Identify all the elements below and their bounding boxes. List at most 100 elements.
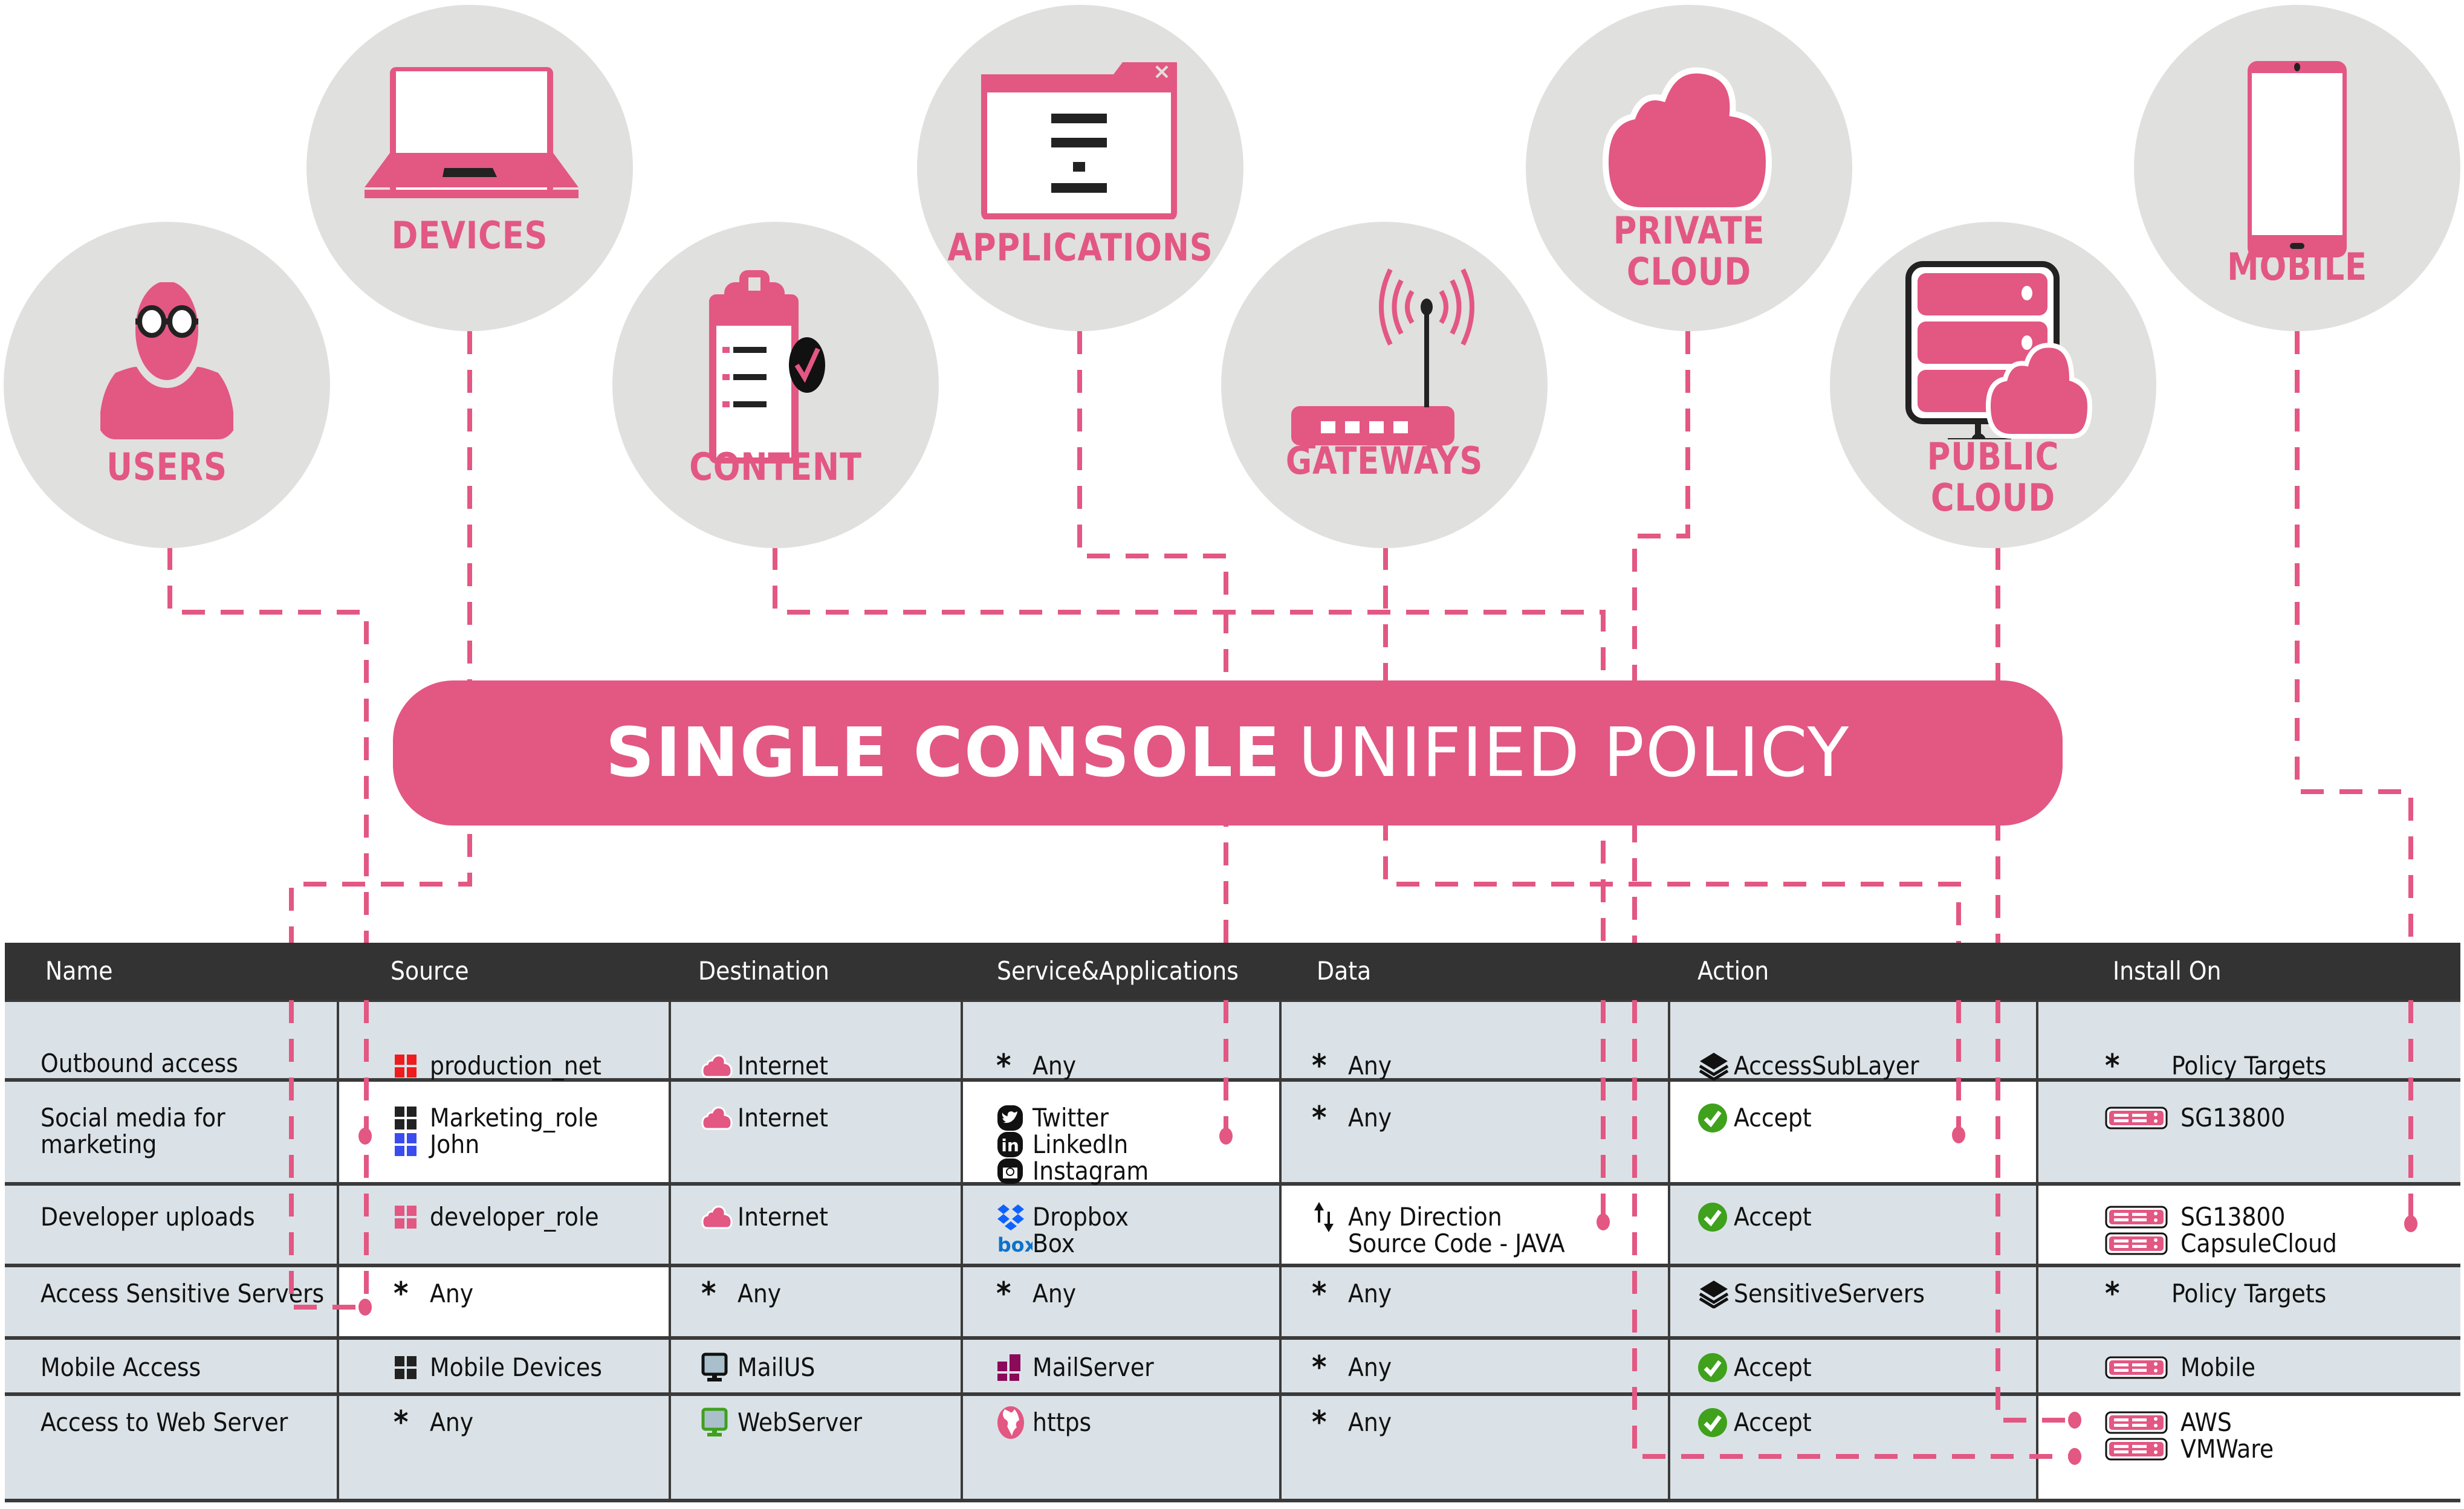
cell-service[interactable]: DropboxboxBox bbox=[961, 1186, 1279, 1264]
data-item[interactable]: Source Code - JAVA bbox=[1312, 1230, 1565, 1257]
cell-install-on[interactable]: SG13800 bbox=[2036, 1082, 2460, 1182]
cell-name[interactable]: Access Sensitive Servers bbox=[5, 1267, 337, 1336]
destination-item[interactable]: Internet bbox=[701, 1204, 828, 1230]
cell-data[interactable]: * Any bbox=[1279, 1267, 1668, 1336]
install-on-item[interactable]: SG13800 bbox=[2105, 1204, 2337, 1230]
cell-install-on[interactable]: AWS VMWare bbox=[2036, 1396, 2460, 1499]
action-item[interactable]: Accept bbox=[1697, 1353, 1812, 1382]
cell-destination[interactable]: MailUS bbox=[669, 1340, 961, 1392]
column-header-install-on[interactable]: Install On bbox=[2113, 943, 2221, 1000]
category-applications[interactable]: × APPLICATIONS bbox=[917, 5, 1243, 331]
cell-destination[interactable]: Internet bbox=[669, 1186, 961, 1264]
action-item[interactable]: Accept bbox=[1697, 1103, 1812, 1133]
cell-data[interactable]: Any Direction Source Code - JAVA bbox=[1279, 1186, 1668, 1264]
source-item[interactable]: Mobile Devices bbox=[394, 1354, 602, 1381]
install-on-item[interactable]: CapsuleCloud bbox=[2105, 1230, 2337, 1257]
install-on-item[interactable]: * Policy Targets bbox=[2105, 1278, 2326, 1310]
service-item[interactable]: * Any bbox=[996, 1278, 1076, 1310]
category-mobile[interactable]: MOBILE bbox=[2134, 5, 2460, 331]
column-header-service[interactable]: Service&Applications bbox=[997, 943, 1239, 1000]
category-gateways[interactable]: GATEWAYS bbox=[1221, 222, 1548, 548]
table-row[interactable]: Access Sensitive Servers * Any * Any * Any * Any… bbox=[5, 1267, 2460, 1340]
table-row[interactable]: Social media for marketing Marketing_role… bbox=[5, 1082, 2460, 1186]
cell-source[interactable]: Marketing_role John bbox=[337, 1082, 669, 1182]
install-on-item[interactable]: AWS bbox=[2105, 1409, 2274, 1436]
cell-service[interactable]: MailServer bbox=[961, 1340, 1279, 1392]
cell-action[interactable]: Accept bbox=[1668, 1186, 2036, 1264]
service-item[interactable]: in LinkedIn bbox=[996, 1131, 1149, 1158]
cell-install-on[interactable]: Mobile bbox=[2036, 1340, 2460, 1392]
cell-action[interactable]: Accept bbox=[1668, 1396, 2036, 1499]
category-public-cloud[interactable]: PUBLIC CLOUD bbox=[1830, 222, 2156, 548]
category-content[interactable]: CONTENT bbox=[612, 222, 939, 548]
cell-source[interactable]: * Any bbox=[337, 1396, 669, 1499]
cell-data[interactable]: * Any bbox=[1279, 1340, 1668, 1392]
destination-item[interactable]: MailUS bbox=[701, 1352, 815, 1381]
cell-service[interactable]: Twitter in LinkedIn Instagram bbox=[961, 1082, 1279, 1184]
table-row[interactable]: Outbound access production_net Internet * An… bbox=[5, 1000, 2460, 1082]
cell-install-on[interactable]: SG13800 CapsuleCloud bbox=[2036, 1186, 2460, 1264]
table-row[interactable]: Mobile Access Mobile Devices MailUS MailSer… bbox=[5, 1340, 2460, 1396]
source-item[interactable]: * Any bbox=[394, 1407, 473, 1438]
column-header-name[interactable]: Name bbox=[45, 943, 112, 1000]
cell-data[interactable]: * Any bbox=[1279, 1396, 1668, 1499]
column-header-destination[interactable]: Destination bbox=[698, 943, 829, 1000]
category-private-cloud[interactable]: PRIVATE CLOUD bbox=[1526, 5, 1852, 331]
cell-service[interactable]: * Any bbox=[961, 1002, 1279, 1082]
cell-service[interactable]: * Any bbox=[961, 1267, 1279, 1336]
table-row[interactable]: Access to Web Server * Any WebServer https * A… bbox=[5, 1396, 2460, 1502]
service-item[interactable]: Instagram bbox=[996, 1158, 1149, 1184]
cell-action[interactable]: Accept bbox=[1668, 1340, 2036, 1392]
cell-name[interactable]: Mobile Access bbox=[5, 1340, 337, 1392]
column-header-source[interactable]: Source bbox=[391, 943, 469, 1000]
data-item[interactable]: * Any bbox=[1312, 1407, 1392, 1438]
data-item[interactable]: * Any bbox=[1312, 1352, 1392, 1383]
cell-action[interactable]: SensitiveServers bbox=[1668, 1267, 2036, 1336]
install-on-item[interactable]: * Policy Targets bbox=[2105, 1050, 2326, 1082]
cell-destination[interactable]: * Any bbox=[669, 1267, 961, 1336]
cell-source[interactable]: production_net bbox=[337, 1002, 669, 1079]
action-item[interactable]: Accept bbox=[1697, 1408, 1812, 1437]
data-item[interactable]: Any Direction bbox=[1312, 1202, 1565, 1232]
cell-action[interactable]: AccessSubLayer bbox=[1668, 1002, 2036, 1081]
action-item[interactable]: SensitiveServers bbox=[1697, 1281, 1925, 1308]
service-item[interactable]: * Any bbox=[996, 1050, 1076, 1082]
destination-item[interactable]: * Any bbox=[701, 1278, 781, 1310]
source-item[interactable]: * Any bbox=[394, 1278, 473, 1310]
cell-name[interactable]: Access to Web Server bbox=[5, 1396, 337, 1499]
cell-source[interactable]: * Any bbox=[337, 1267, 669, 1336]
install-on-item[interactable]: VMWare bbox=[2105, 1436, 2274, 1462]
cell-destination[interactable]: WebServer bbox=[669, 1396, 961, 1499]
destination-item[interactable]: WebServer bbox=[701, 1407, 862, 1436]
service-item[interactable]: MailServer bbox=[996, 1354, 1154, 1381]
cell-name[interactable]: Outbound access bbox=[5, 1002, 337, 1078]
service-item[interactable]: Dropbox bbox=[996, 1204, 1129, 1230]
source-item[interactable]: developer_role bbox=[394, 1204, 599, 1230]
destination-item[interactable]: Internet bbox=[701, 1105, 828, 1131]
source-item[interactable]: John bbox=[394, 1131, 598, 1158]
cell-destination[interactable]: Internet bbox=[669, 1002, 961, 1079]
install-on-item[interactable]: Mobile bbox=[2105, 1354, 2255, 1381]
cell-service[interactable]: https bbox=[961, 1396, 1279, 1499]
service-item[interactable]: boxBox bbox=[996, 1230, 1129, 1257]
cell-name[interactable]: Social media for marketing bbox=[5, 1082, 337, 1182]
action-item[interactable]: AccessSubLayer bbox=[1697, 1053, 1919, 1081]
column-header-data[interactable]: Data bbox=[1317, 943, 1371, 1000]
category-devices[interactable]: DEVICES bbox=[306, 5, 633, 331]
cell-source[interactable]: developer_role bbox=[337, 1186, 669, 1264]
category-users[interactable]: USERS bbox=[4, 222, 330, 548]
source-item[interactable]: production_net bbox=[394, 1053, 601, 1079]
cell-destination[interactable]: Internet bbox=[669, 1082, 961, 1182]
data-item[interactable]: * Any bbox=[1312, 1278, 1392, 1310]
cell-action[interactable]: Accept bbox=[1668, 1082, 2036, 1182]
data-item[interactable]: * Any bbox=[1312, 1102, 1392, 1134]
cell-data[interactable]: * Any bbox=[1279, 1082, 1668, 1182]
table-row[interactable]: Developer uploads developer_role Internet D… bbox=[5, 1186, 2460, 1267]
install-on-item[interactable]: SG13800 bbox=[2105, 1105, 2285, 1131]
data-item[interactable]: * Any bbox=[1312, 1050, 1392, 1082]
column-header-action[interactable]: Action bbox=[1697, 943, 1769, 1000]
source-item[interactable]: Marketing_role bbox=[394, 1105, 598, 1131]
cell-install-on[interactable]: * Policy Targets bbox=[2036, 1002, 2460, 1082]
action-item[interactable]: Accept bbox=[1697, 1203, 1812, 1232]
destination-item[interactable]: Internet bbox=[701, 1053, 828, 1079]
